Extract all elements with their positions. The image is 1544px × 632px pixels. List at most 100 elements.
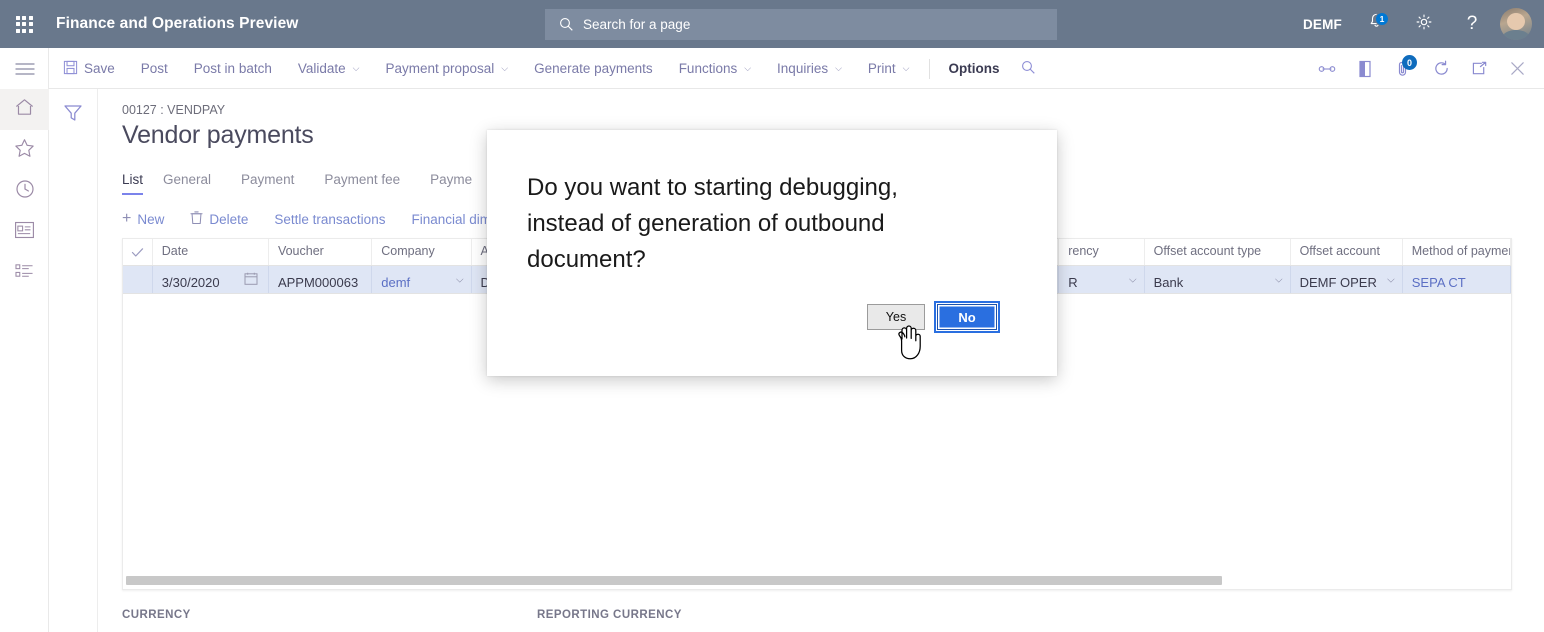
filter-funnel-icon[interactable]	[58, 100, 88, 126]
sidebar-item-home[interactable]	[0, 89, 49, 130]
cell-date-value: 3/30/2020	[162, 275, 220, 290]
chevron-down-icon[interactable]: ⌵	[1275, 274, 1283, 285]
sidebar-item-favorites[interactable]	[0, 130, 49, 171]
tab-payment-extra[interactable]: Payme	[430, 169, 488, 195]
notifications-button[interactable]: 1	[1352, 0, 1400, 48]
cell-date[interactable]: 3/30/2020	[153, 266, 269, 293]
options-label: Options	[949, 61, 1000, 76]
select-all-checkbox[interactable]	[123, 239, 153, 265]
new-label: New	[137, 212, 164, 227]
yes-button[interactable]: Yes	[867, 304, 925, 330]
cell-method-of-payment[interactable]: SEPA CT	[1403, 266, 1511, 293]
options-button[interactable]: Options	[936, 48, 1013, 89]
notification-count-badge: 1	[1375, 12, 1389, 26]
generate-payments-button[interactable]: Generate payments	[521, 48, 666, 89]
cell-company[interactable]: demf ⌵	[372, 266, 471, 293]
command-bar-buttons: Save Post Post in batch Validate ⌵ Payme…	[50, 48, 1044, 89]
page-title: Vendor payments	[122, 121, 314, 150]
delete-button[interactable]: Delete	[190, 204, 261, 234]
sidebar-item-workspaces[interactable]	[0, 212, 49, 253]
column-header-currency[interactable]: rency	[1059, 239, 1144, 265]
command-bar: Save Post Post in batch Validate ⌵ Payme…	[0, 48, 1544, 89]
gear-icon	[1414, 12, 1434, 37]
no-button[interactable]: No	[937, 304, 997, 330]
global-search-box[interactable]: Search for a page	[545, 9, 1057, 40]
functions-menu[interactable]: Functions ⌵	[666, 48, 764, 89]
column-header-offset-account[interactable]: Offset account	[1291, 239, 1403, 265]
validate-menu[interactable]: Validate ⌵	[285, 48, 373, 89]
user-avatar[interactable]	[1500, 8, 1532, 40]
chevron-down-icon[interactable]: ⌵	[1387, 274, 1395, 285]
column-header-company[interactable]: Company	[372, 239, 471, 265]
tab-list-label: List	[122, 172, 143, 187]
inquiries-menu[interactable]: Inquiries ⌵	[764, 48, 855, 89]
horizontal-scrollbar-thumb[interactable]	[126, 576, 1222, 585]
tab-list[interactable]: List	[122, 169, 149, 195]
tab-payment-fee-label: Payment fee	[324, 172, 400, 187]
cell-offset-account[interactable]: DEMF OPER ⌵	[1291, 266, 1403, 293]
share-link-icon[interactable]	[1308, 48, 1346, 89]
sidebar-item-recent[interactable]	[0, 171, 49, 212]
global-search-placeholder: Search for a page	[583, 17, 690, 32]
post-in-batch-button[interactable]: Post in batch	[181, 48, 285, 89]
cell-voucher[interactable]: APPM000063	[269, 266, 372, 293]
save-label: Save	[84, 61, 115, 76]
trash-icon	[190, 210, 203, 228]
chevron-down-icon[interactable]: ⌵	[1129, 274, 1137, 285]
column-header-method-of-payment[interactable]: Method of paymer	[1403, 239, 1511, 265]
tab-general[interactable]: General	[163, 169, 227, 195]
settle-transactions-label: Settle transactions	[274, 212, 385, 227]
company-selector[interactable]: DEMF	[1293, 0, 1352, 48]
plus-icon: +	[122, 211, 131, 227]
cell-currency[interactable]: R ⌵	[1059, 266, 1144, 293]
app-launcher-grid	[16, 16, 33, 33]
attachment-count-badge: 0	[1402, 55, 1417, 70]
payment-proposal-menu[interactable]: Payment proposal ⌵	[372, 48, 521, 89]
save-button[interactable]: Save	[50, 48, 128, 89]
post-in-batch-label: Post in batch	[194, 61, 272, 76]
app-title: Finance and Operations Preview	[56, 15, 298, 33]
cell-currency-value: R	[1068, 275, 1077, 290]
print-menu[interactable]: Print ⌵	[855, 48, 923, 89]
search-icon	[1021, 60, 1036, 78]
chevron-down-icon[interactable]: ⌵	[456, 274, 464, 285]
refresh-icon[interactable]	[1422, 48, 1460, 89]
post-button[interactable]: Post	[128, 48, 181, 89]
column-header-voucher[interactable]: Voucher	[269, 239, 372, 265]
app-launcher-icon[interactable]	[0, 0, 48, 48]
close-icon[interactable]	[1498, 48, 1536, 89]
hamburger-menu-icon[interactable]	[0, 48, 49, 89]
column-header-offset-account-type[interactable]: Offset account type	[1145, 239, 1291, 265]
open-in-new-window-icon[interactable]	[1460, 48, 1498, 89]
office-app-icon[interactable]	[1346, 48, 1384, 89]
horizontal-scrollbar[interactable]	[123, 575, 1511, 585]
tab-payment[interactable]: Payment	[241, 169, 310, 195]
tab-payment-fee[interactable]: Payment fee	[324, 169, 416, 195]
navigation-rail	[0, 48, 49, 632]
question-mark-icon: ?	[1467, 13, 1478, 35]
column-header-date[interactable]: Date	[153, 239, 269, 265]
inquiries-label: Inquiries	[777, 61, 828, 76]
top-bar-right-actions: DEMF 1 ?	[1293, 0, 1544, 48]
print-label: Print	[868, 61, 896, 76]
settle-transactions-button[interactable]: Settle transactions	[274, 206, 398, 233]
calendar-icon[interactable]	[244, 271, 258, 288]
totals-group-currency-title: CURRENCY	[122, 609, 191, 621]
chevron-down-icon: ⌵	[835, 63, 842, 74]
page-tabs: List General Payment Payment fee Payme	[122, 169, 502, 195]
new-button[interactable]: + New	[122, 205, 177, 233]
chevron-down-icon: ⌵	[903, 63, 910, 74]
top-navigation-bar: Finance and Operations Preview Search fo…	[0, 0, 1544, 48]
sidebar-item-modules[interactable]	[0, 253, 49, 294]
validate-label: Validate	[298, 61, 346, 76]
settings-button[interactable]	[1400, 0, 1448, 48]
command-search-button[interactable]	[1013, 48, 1044, 89]
help-button[interactable]: ?	[1448, 0, 1496, 48]
recent-clock-icon	[15, 179, 35, 204]
cell-offset-account-type[interactable]: Bank ⌵	[1145, 266, 1291, 293]
breadcrumb: 00127 : VENDPAY	[122, 103, 225, 117]
attachment-icon[interactable]: 0	[1384, 48, 1422, 89]
payment-proposal-label: Payment proposal	[385, 61, 494, 76]
financial-dimensions-label: Financial dime	[411, 212, 498, 227]
row-select-checkbox[interactable]	[123, 266, 153, 293]
